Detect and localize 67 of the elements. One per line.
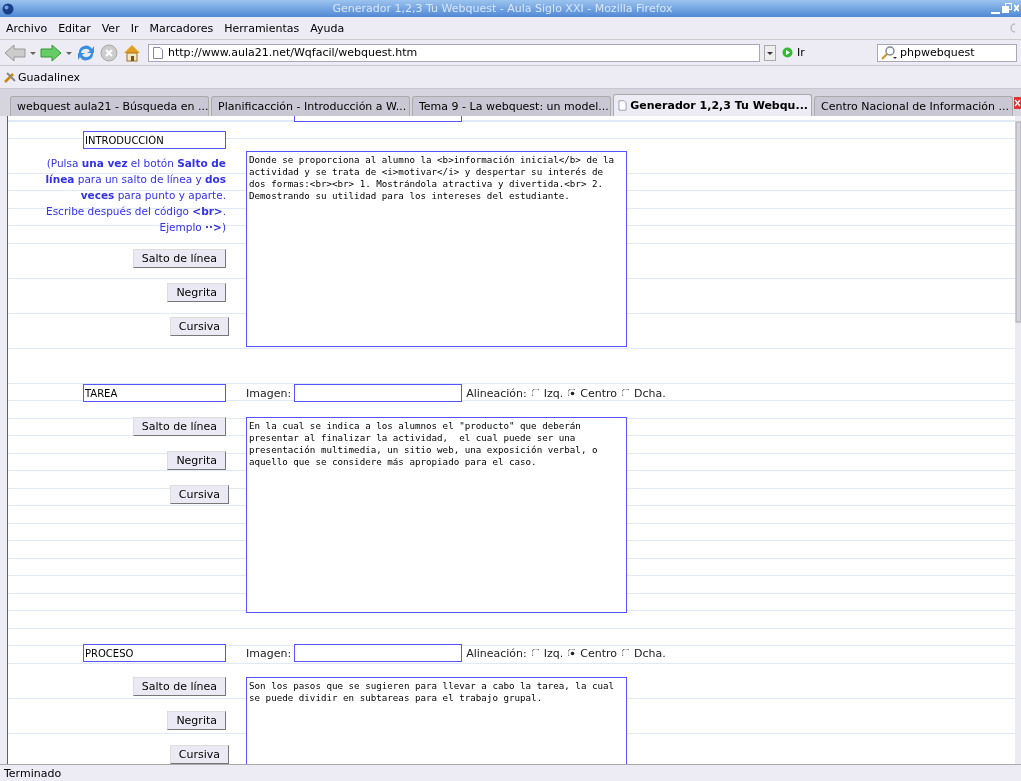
browser-tab[interactable]: Tema 9 - La webquest: un model...: [412, 96, 611, 116]
forward-arrow-icon[interactable]: [40, 43, 62, 62]
address-field[interactable]: http://www.aula21.net/Wqfacil/webquest.htm: [148, 43, 760, 62]
radio-label: Dcha.: [634, 386, 666, 400]
radio-button[interactable]: [568, 388, 578, 398]
format-button[interactable]: Negrita: [167, 711, 226, 730]
radio-button[interactable]: [568, 648, 578, 658]
menu-item[interactable]: Ayuda: [310, 21, 345, 35]
restore-icon[interactable]: [1002, 2, 1012, 15]
radio-label: Centro: [580, 646, 618, 660]
format-button[interactable]: Cursiva: [169, 745, 229, 764]
browser-tab[interactable]: webquest aula21 - Búsqueda en ...: [10, 96, 209, 116]
alignment-label: Alineación:: [466, 646, 527, 660]
format-button[interactable]: Salto de línea: [132, 417, 226, 436]
radio-label: Izq.: [543, 386, 564, 400]
scrollbar[interactable]: [1015, 116, 1021, 764]
reload-icon[interactable]: [76, 42, 96, 63]
dropdown-button-icon[interactable]: [764, 44, 776, 61]
close-tab-icon[interactable]: [1014, 97, 1021, 109]
radio-button[interactable]: [531, 388, 541, 398]
section-title-field[interactable]: PROCESO: [83, 644, 226, 662]
format-button[interactable]: Cursiva: [169, 317, 229, 336]
image-label: Imagen:: [246, 646, 292, 660]
play-icon: [782, 47, 793, 58]
menu-item[interactable]: Marcadores: [149, 21, 214, 35]
page-icon: [617, 99, 628, 112]
radio-button[interactable]: [531, 648, 541, 658]
tools-icon: [4, 71, 16, 83]
page-icon: [153, 46, 163, 59]
text-area-field[interactable]: Son los pasos que se sugieren para llevar a cabo la tarea, la cual se puede dividir en subtareas para el trabajo grupal.: [246, 677, 627, 764]
image-field[interactable]: [294, 644, 463, 662]
browser-tab[interactable]: Centro Nacional de Información ...: [814, 96, 1013, 116]
search-icon: [880, 45, 898, 60]
search-field[interactable]: phpwebquest: [877, 43, 1017, 62]
section-title-field[interactable]: INTRODUCCIÓN: [83, 131, 226, 149]
menu-item[interactable]: Ir: [130, 21, 139, 35]
window-title: Generador 1,2,3 Tu Webquest - Aula Siglo XXI - Mozilla Firefox: [331, 2, 674, 15]
radio-button[interactable]: [622, 648, 632, 658]
browser-tab[interactable]: Generador 1,2,3 Tu Webqu...: [613, 94, 812, 116]
menu-item[interactable]: Editar: [58, 21, 91, 35]
globe-icon: [2, 2, 14, 15]
go-button[interactable]: Ir: [780, 46, 807, 59]
browser-tab[interactable]: Planificacción - Introducción a W...: [211, 96, 410, 116]
format-button[interactable]: Cursiva: [169, 485, 229, 504]
radio-button[interactable]: [622, 388, 632, 398]
image-field[interactable]: [294, 384, 463, 402]
format-button[interactable]: Negrita: [167, 451, 226, 470]
bookmark-item[interactable]: Guadalinex: [4, 70, 81, 84]
menu-item[interactable]: Herramientas: [224, 21, 300, 35]
radio-label: Centro: [580, 386, 618, 400]
image-label: Imagen:: [246, 386, 292, 400]
menu-item[interactable]: Ver: [101, 21, 120, 35]
format-button[interactable]: Salto de línea: [132, 249, 226, 268]
help-text: (Pulsa una vez el botón Salto de línea para un salto de línea y dos veces para punto y aparte. Escribe después del código <br>. Ejemplo ··>): [44, 156, 226, 235]
text-area-field[interactable]: Donde se proporciona al alumno la <b>información inicial</b> de la actividad y se trata de <i>motivar</i> y despertar su interés de dos formas:<br><br> 1. Mostrándola atractiva y divertida.<br> 2. Demostrando su utilidad para los intereses del estudiante.: [246, 151, 627, 347]
menu-item[interactable]: Archivo: [6, 21, 48, 35]
alignment-label: Alineación:: [466, 386, 527, 400]
status-text: Terminado: [4, 766, 62, 780]
home-icon[interactable]: [122, 42, 142, 63]
radio-label: Izq.: [543, 646, 564, 660]
radio-label: Dcha.: [634, 646, 666, 660]
format-button[interactable]: Salto de línea: [132, 677, 226, 696]
back-arrow-icon[interactable]: [4, 43, 26, 62]
section-title-field[interactable]: TAREA: [83, 384, 226, 402]
format-button[interactable]: Negrita: [167, 283, 226, 302]
throbber-icon: [1009, 22, 1015, 34]
text-area-field[interactable]: En la cual se indica a los alumnos el "producto" que deberán presentar al finalizar la actividad, el cual puede ser una presentación multimedia, un sitio web, una exposición verbal, o aquello que se considere más apropiado para el caso.: [246, 417, 627, 613]
